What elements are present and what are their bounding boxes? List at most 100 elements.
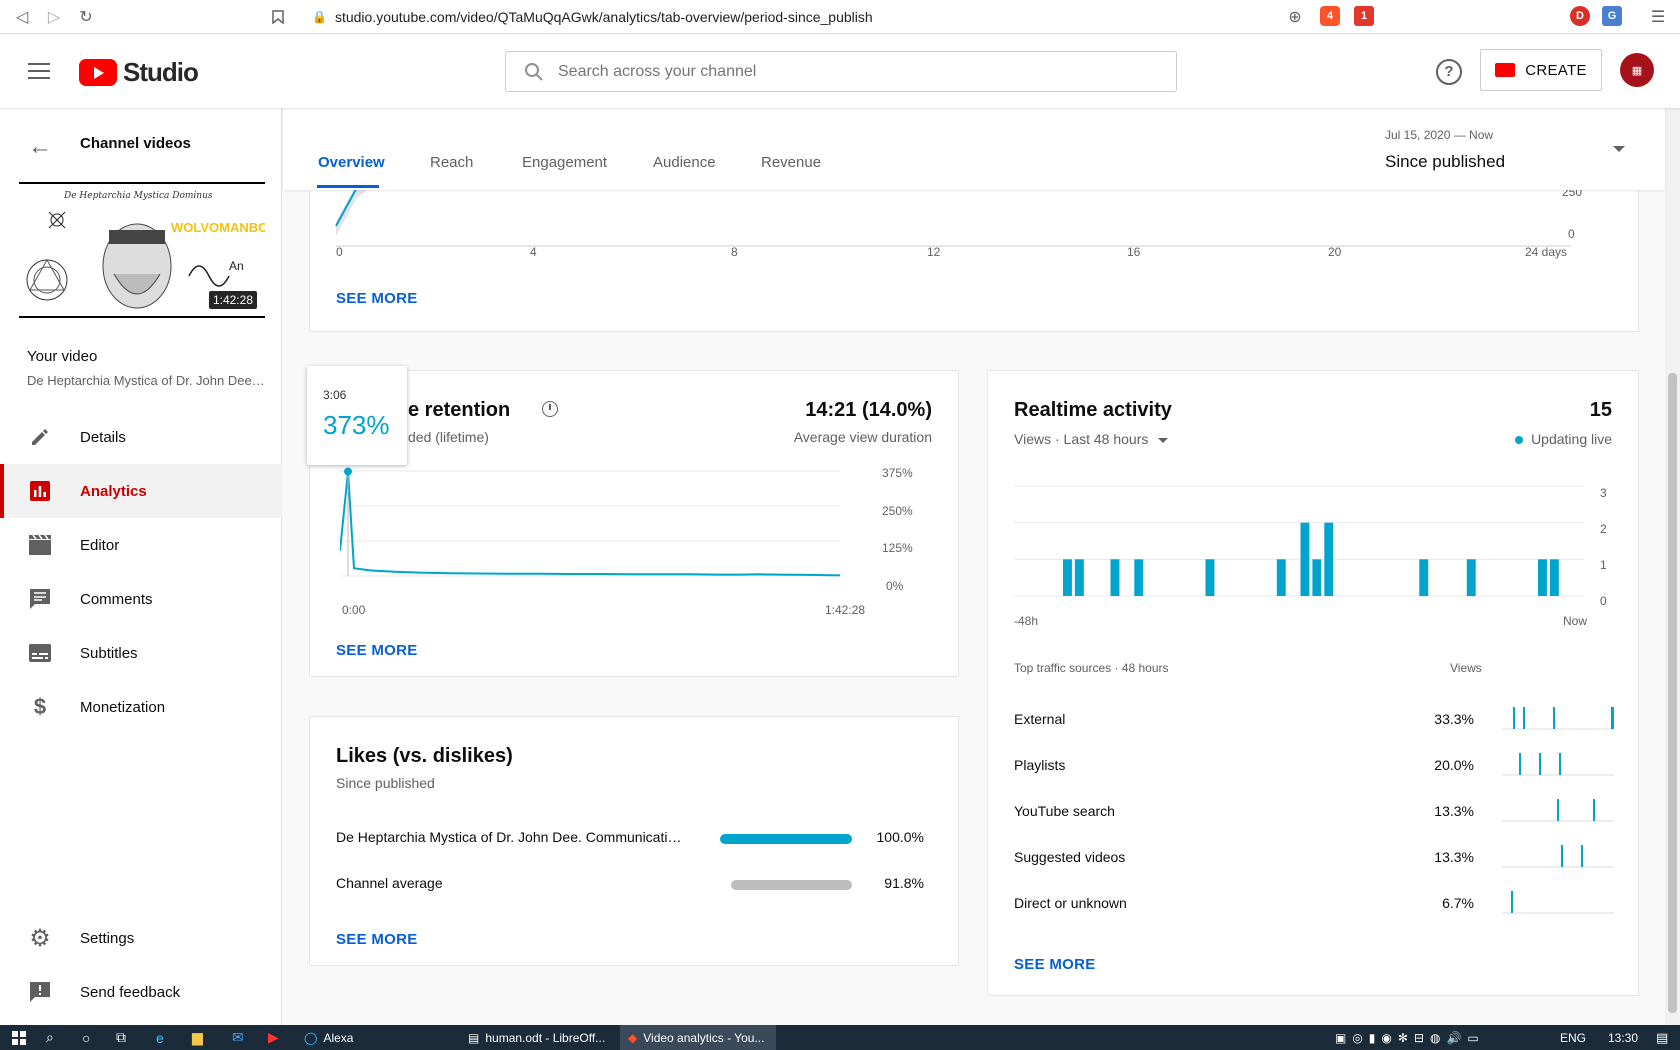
live-dot-icon [1515, 436, 1524, 444]
sparkline-bar [1557, 799, 1559, 821]
youtube-studio-logo[interactable]: Studio [79, 57, 199, 88]
traffic-source-name: Suggested videos [1014, 849, 1126, 865]
svg-text:An: An [229, 259, 244, 273]
tab-engagement[interactable]: Engagement [522, 154, 607, 171]
y-tick-label: 250 [1562, 190, 1583, 199]
create-button[interactable]: CREATE [1480, 49, 1602, 91]
traffic-source-name: YouTube search [1014, 803, 1115, 819]
language-indicator[interactable]: ENG [1560, 1025, 1586, 1050]
translate-icon[interactable]: G [1602, 6, 1622, 26]
analytics-tabs: Overview Reach Engagement Audience Reven… [283, 108, 1665, 190]
traffic-source-row: Suggested videos 13.3% [988, 845, 1640, 879]
sparkline-bar [1581, 845, 1583, 867]
retention-see-more-link[interactable]: SEE MORE [336, 642, 418, 659]
reload-icon[interactable]: ↻ [76, 7, 96, 27]
arrow-back-icon[interactable]: ← [28, 133, 52, 161]
period-label: Since published [1385, 152, 1506, 171]
taskbar-app-libreoffice[interactable]: ▤ human.odt - LibreOff... [460, 1025, 620, 1050]
period-selector[interactable]: Jul 15, 2020 — Now Since published [1385, 128, 1505, 172]
taskbar-app-brave[interactable]: ◆ Video analytics - You... [620, 1025, 776, 1050]
tab-revenue[interactable]: Revenue [761, 154, 821, 171]
sparkline-bar [1523, 707, 1525, 729]
task-view-icon[interactable]: ⧉ [116, 1025, 126, 1050]
system-tray-icons[interactable]: ▣◎▮◉✻⊟◍🔊▭ [1335, 1025, 1485, 1050]
x-tick-label: 24 days [1525, 245, 1568, 259]
create-label: CREATE [1525, 61, 1587, 79]
youtube-icon[interactable]: ▶ [268, 1025, 279, 1050]
traffic-source-percent: 33.3% [1434, 711, 1474, 727]
realtime-filter-dropdown[interactable]: Views · Last 48 hours [1014, 431, 1169, 447]
brave-rewards-icon[interactable]: 1 [1354, 6, 1374, 26]
page-scrollbar[interactable] [1665, 108, 1680, 1025]
traffic-source-row: External 33.3% [988, 707, 1640, 741]
sidebar-item-subtitles[interactable]: Subtitles [0, 626, 282, 680]
search-input[interactable] [558, 62, 1118, 81]
cortana-icon[interactable]: ○ [82, 1025, 90, 1050]
windows-start-icon[interactable] [12, 1025, 26, 1050]
edge-icon[interactable]: e [156, 1025, 164, 1050]
file-explorer-icon[interactable]: ▆ [192, 1025, 203, 1050]
sidebar-item-settings[interactable]: ⚙ Settings [0, 911, 282, 965]
views-chart [335, 190, 1571, 247]
sidebar: ← Channel videos De Heptarchia Mystica D… [0, 108, 282, 1025]
back-icon[interactable]: ◁ [12, 7, 32, 27]
clock[interactable]: 13:30 [1608, 1025, 1638, 1050]
svg-text:De Heptarchia Mystica Dominus: De Heptarchia Mystica Dominus [63, 191, 213, 201]
updating-live-indicator: Updating live [1515, 431, 1612, 447]
views-see-more-link[interactable]: SEE MORE [336, 290, 418, 307]
video-thumbnail[interactable]: De Heptarchia Mystica Dominus An WOLVOMA… [19, 182, 265, 318]
realtime-bar [1538, 559, 1547, 596]
gear-icon: ⚙ [29, 924, 51, 952]
notification-icon[interactable]: ▤ [1656, 1025, 1668, 1050]
channel-videos-link[interactable]: Channel videos [80, 135, 191, 152]
profile-icon[interactable]: D [1570, 6, 1590, 26]
menu-kebab-icon[interactable]: ☰ [1648, 7, 1668, 27]
retention-chart [340, 467, 841, 577]
likes-bar-channel-average [730, 880, 852, 890]
sidebar-item-label: Editor [80, 536, 120, 554]
tab-overview[interactable]: Overview [318, 154, 385, 171]
zoom-icon[interactable]: ⊕ [1285, 7, 1305, 27]
mail-icon[interactable]: ✉ [232, 1025, 244, 1050]
y-tick-label: 0% [886, 579, 904, 593]
y-tick-label: 3 [1600, 486, 1607, 500]
realtime-see-more-link[interactable]: SEE MORE [1014, 956, 1096, 973]
bookmark-icon[interactable] [268, 7, 288, 27]
tab-reach[interactable]: Reach [430, 154, 473, 171]
y-tick-label: 1 [1600, 558, 1607, 572]
sidebar-item-editor[interactable]: Editor [0, 518, 282, 572]
traffic-source-percent: 13.3% [1434, 849, 1474, 865]
x-tick-label: 0 [336, 245, 343, 259]
clock-icon[interactable] [542, 401, 558, 417]
browser-toolbar: ◁ ▷ ↻ 🔒 studio.youtube.com/video/QTaMuQq… [0, 0, 1680, 34]
traffic-source-percent: 20.0% [1434, 757, 1474, 773]
hamburger-menu-icon[interactable] [28, 63, 50, 79]
sidebar-item-analytics[interactable]: Analytics [0, 464, 282, 518]
chevron-down-icon[interactable] [1613, 146, 1625, 152]
sidebar-item-send-feedback[interactable]: Send feedback [0, 965, 282, 1019]
tab-audience[interactable]: Audience [653, 154, 716, 171]
scrollbar-thumb[interactable] [1668, 373, 1677, 1013]
forward-icon[interactable]: ▷ [44, 7, 64, 27]
sidebar-item-monetization[interactable]: $ Monetization [0, 680, 282, 734]
taskbar-app-alexa[interactable]: ◯ Alexa [296, 1025, 456, 1050]
lock-icon: 🔒 [312, 10, 327, 24]
y-tick-label: 0 [1600, 594, 1607, 608]
likes-see-more-link[interactable]: SEE MORE [336, 931, 418, 948]
x-tick-label: 0:00 [342, 603, 366, 617]
sidebar-item-label: Comments [80, 590, 153, 608]
avatar[interactable]: ▦ [1620, 53, 1654, 87]
video-duration: 1:42:28 [208, 291, 257, 309]
brave-shield-icon[interactable]: 4 [1320, 6, 1340, 26]
realtime-bar [1110, 559, 1120, 596]
help-icon[interactable]: ? [1436, 59, 1462, 85]
likes-subtitle: Since published [336, 775, 435, 791]
address-bar[interactable]: 🔒 studio.youtube.com/video/QTaMuQqAGwk/a… [300, 4, 1318, 30]
sidebar-item-details[interactable]: Details [0, 410, 282, 464]
search-icon[interactable]: ⌕ [46, 1025, 54, 1050]
search-box[interactable] [505, 51, 1177, 92]
likes-row-label: Channel average [336, 875, 443, 891]
realtime-count: 15 [1589, 399, 1612, 421]
sidebar-item-comments[interactable]: Comments [0, 572, 282, 626]
retention-peak-point [344, 467, 352, 476]
